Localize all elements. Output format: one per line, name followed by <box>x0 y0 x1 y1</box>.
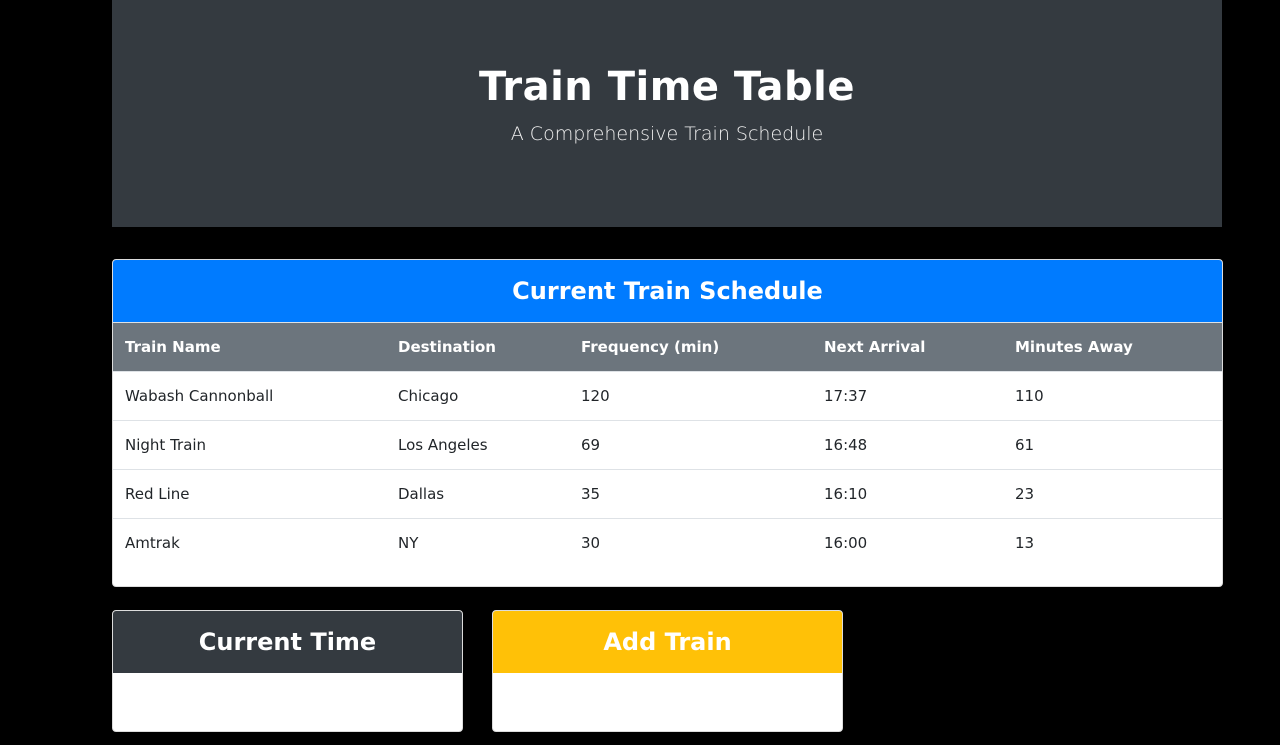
cell-train-name: Night Train <box>125 436 207 454</box>
page-subtitle: A Comprehensive Train Schedule <box>510 123 824 145</box>
cell-next-arrival: 17:37 <box>824 387 868 405</box>
brick-mortar-joint <box>1060 698 1063 745</box>
table-row: Amtrak NY 30 16:00 13 <box>113 518 1222 568</box>
schedule-card-header: Current Train Schedule <box>113 260 1222 322</box>
brick-mortar-joint <box>101 186 104 233</box>
cell-minutes-away: 110 <box>1015 387 1044 405</box>
add-train-title: Add Train <box>603 628 732 656</box>
brick-mortar-joint <box>1262 512 1265 559</box>
brick-mortar-joint <box>0 651 3 698</box>
page-title: Train Time Table <box>478 64 856 110</box>
brick-mortar-line <box>0 233 1280 236</box>
brick-mortar-joint <box>0 93 3 140</box>
brick-mortar-joint <box>101 465 104 512</box>
cell-minutes-away: 23 <box>1015 485 1035 503</box>
brick-mortar-joint <box>50 512 53 559</box>
schedule-card: Current Train Schedule Train Name Destin… <box>112 259 1223 587</box>
cell-frequency: 120 <box>581 387 610 405</box>
column-header-train-name: Train Name <box>113 322 386 372</box>
page-header: Train Time Table A Comprehensive Train S… <box>112 0 1222 227</box>
brick-mortar-joint <box>101 93 104 140</box>
cell-minutes-away: 61 <box>1015 436 1035 454</box>
brick-mortar-joint <box>101 372 104 419</box>
schedule-title: Current Train Schedule <box>512 277 823 305</box>
brick-mortar-joint <box>858 605 861 652</box>
column-header-minutes-away: Minutes Away <box>1003 322 1222 372</box>
brick-mortar-joint <box>0 465 3 512</box>
table-header-row: Train Name Destination Frequency (min) N… <box>113 322 1222 372</box>
brick-mortar-joint <box>1262 605 1265 652</box>
brick-mortar-joint <box>50 47 53 94</box>
brick-mortar-joint <box>1111 651 1114 698</box>
cell-destination: Los Angeles <box>398 436 488 454</box>
brick-mortar-joint <box>50 140 53 187</box>
brick-mortar-joint <box>101 279 104 326</box>
brick-mortar-joint <box>0 186 3 233</box>
column-header-frequency: Frequency (min) <box>569 322 812 372</box>
brick-mortar-joint <box>0 279 3 326</box>
cell-train-name: Amtrak <box>125 534 180 553</box>
brick-mortar-joint <box>1212 651 1215 698</box>
table-row: Wabash Cannonball Chicago 120 17:37 110 <box>113 371 1222 421</box>
brick-mortar-joint <box>101 0 104 47</box>
brick-mortar-joint <box>1010 651 1013 698</box>
brick-mortar-joint <box>1262 233 1265 280</box>
brick-mortar-joint <box>1262 419 1265 466</box>
brick-mortar-joint <box>1262 140 1265 187</box>
brick-mortar-joint <box>1262 47 1265 94</box>
cell-train-name: Wabash Cannonball <box>125 387 274 405</box>
current-time-card: Current Time <box>112 610 463 732</box>
add-train-card-header: Add Train <box>493 611 842 673</box>
brick-mortar-joint <box>0 558 3 605</box>
brick-mortar-line <box>0 605 1280 608</box>
cell-destination: NY <box>398 534 419 553</box>
brick-mortar-joint <box>959 698 962 745</box>
brick-mortar-joint <box>858 698 861 745</box>
cell-frequency: 69 <box>581 436 601 454</box>
table-row: Night Train Los Angeles 69 16:48 61 <box>113 420 1222 470</box>
brick-mortar-joint <box>50 233 53 280</box>
brick-mortar-joint <box>1262 326 1265 373</box>
cell-train-name: Red Line <box>125 485 190 503</box>
brick-mortar-joint <box>101 558 104 605</box>
brick-mortar-joint <box>101 651 104 698</box>
add-train-card: Add Train <box>492 610 843 732</box>
brick-mortar-joint <box>50 326 53 373</box>
brick-mortar-joint <box>50 698 53 745</box>
brick-mortar-joint <box>0 0 3 47</box>
cell-frequency: 35 <box>581 485 601 503</box>
column-header-destination: Destination <box>386 322 569 372</box>
brick-mortar-joint <box>1262 698 1265 745</box>
brick-mortar-joint <box>50 419 53 466</box>
current-time-card-header: Current Time <box>113 611 462 673</box>
brick-mortar-joint <box>1060 605 1063 652</box>
column-header-next-arrival: Next Arrival <box>812 322 1003 372</box>
brick-mortar-joint <box>50 605 53 652</box>
cell-frequency: 30 <box>581 534 601 553</box>
brick-mortar-joint <box>909 651 912 698</box>
brick-mortar-joint <box>959 605 962 652</box>
cell-next-arrival: 16:10 <box>824 485 868 503</box>
cell-destination: Dallas <box>398 485 445 503</box>
cell-minutes-away: 13 <box>1015 534 1035 553</box>
brick-mortar-joint <box>1161 605 1164 652</box>
cell-next-arrival: 16:00 <box>824 534 868 553</box>
brick-mortar-joint <box>0 372 3 419</box>
schedule-table: Train Name Destination Frequency (min) N… <box>113 322 1222 568</box>
brick-mortar-joint <box>1161 698 1164 745</box>
current-time-title: Current Time <box>198 628 377 656</box>
cell-destination: Chicago <box>398 387 459 405</box>
table-row: Red Line Dallas 35 16:10 23 <box>113 469 1222 519</box>
cell-next-arrival: 16:48 <box>824 436 868 454</box>
